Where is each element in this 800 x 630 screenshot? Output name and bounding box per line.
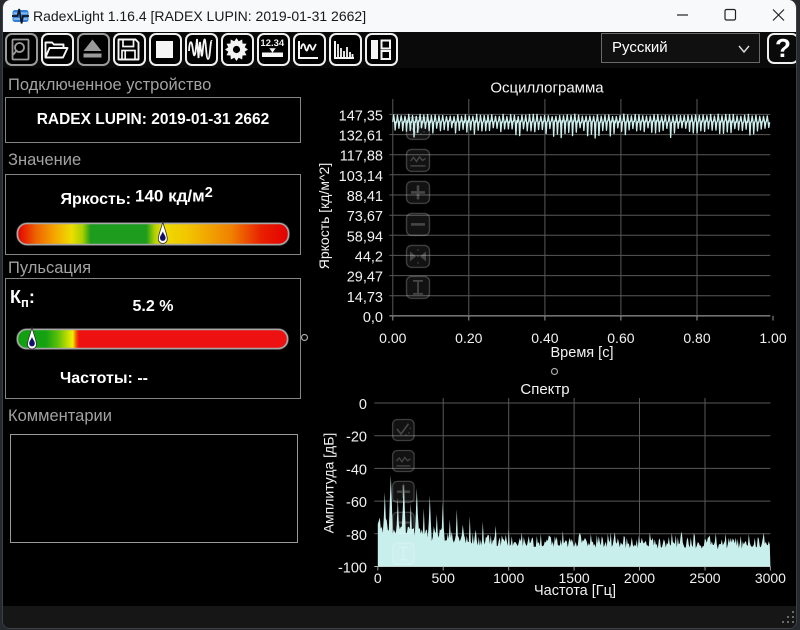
svg-text:58,94: 58,94 — [347, 229, 383, 245]
svg-text:44,2: 44,2 — [355, 249, 383, 265]
svg-text:-20: -20 — [346, 430, 367, 446]
svg-text:2000: 2000 — [624, 570, 655, 586]
svg-text:Амплитуда [дБ]: Амплитуда [дБ] — [321, 433, 337, 534]
svg-text:103,14: 103,14 — [339, 169, 383, 185]
svg-text:-100: -100 — [338, 561, 367, 577]
svg-text:147,35: 147,35 — [339, 108, 383, 124]
svg-text:Яркость [кд/м^2]: Яркость [кд/м^2] — [316, 163, 332, 270]
svg-text:-60: -60 — [346, 495, 367, 511]
svg-text:1000: 1000 — [493, 570, 524, 586]
svg-text:2500: 2500 — [689, 570, 720, 586]
svg-text:0,0: 0,0 — [363, 310, 383, 326]
svg-text:132,61: 132,61 — [339, 129, 383, 145]
svg-text:3000: 3000 — [755, 570, 786, 586]
svg-text:0.80: 0.80 — [683, 330, 710, 346]
svg-text:-80: -80 — [346, 528, 367, 544]
svg-text:73,67: 73,67 — [347, 209, 383, 225]
svg-text:0.60: 0.60 — [607, 330, 634, 346]
svg-text:0: 0 — [374, 570, 382, 586]
svg-text:0: 0 — [359, 397, 367, 413]
svg-text:Частота [Гц]: Частота [Гц] — [534, 583, 616, 599]
svg-text:Время [с]: Время [с] — [551, 345, 614, 361]
svg-text:88,41: 88,41 — [347, 189, 383, 205]
svg-text:29,47: 29,47 — [347, 270, 383, 286]
svg-text:0.00: 0.00 — [379, 330, 406, 346]
svg-text:117,88: 117,88 — [340, 149, 383, 165]
svg-text:-40: -40 — [346, 462, 367, 478]
svg-text:Осциллограмма: Осциллограмма — [490, 80, 604, 97]
svg-text:0.20: 0.20 — [455, 330, 482, 346]
svg-text:1.00: 1.00 — [759, 330, 786, 346]
svg-text:Спектр: Спектр — [520, 381, 569, 398]
svg-text:500: 500 — [432, 570, 456, 586]
svg-text:14,73: 14,73 — [347, 290, 383, 306]
svg-text:0.40: 0.40 — [531, 330, 558, 346]
